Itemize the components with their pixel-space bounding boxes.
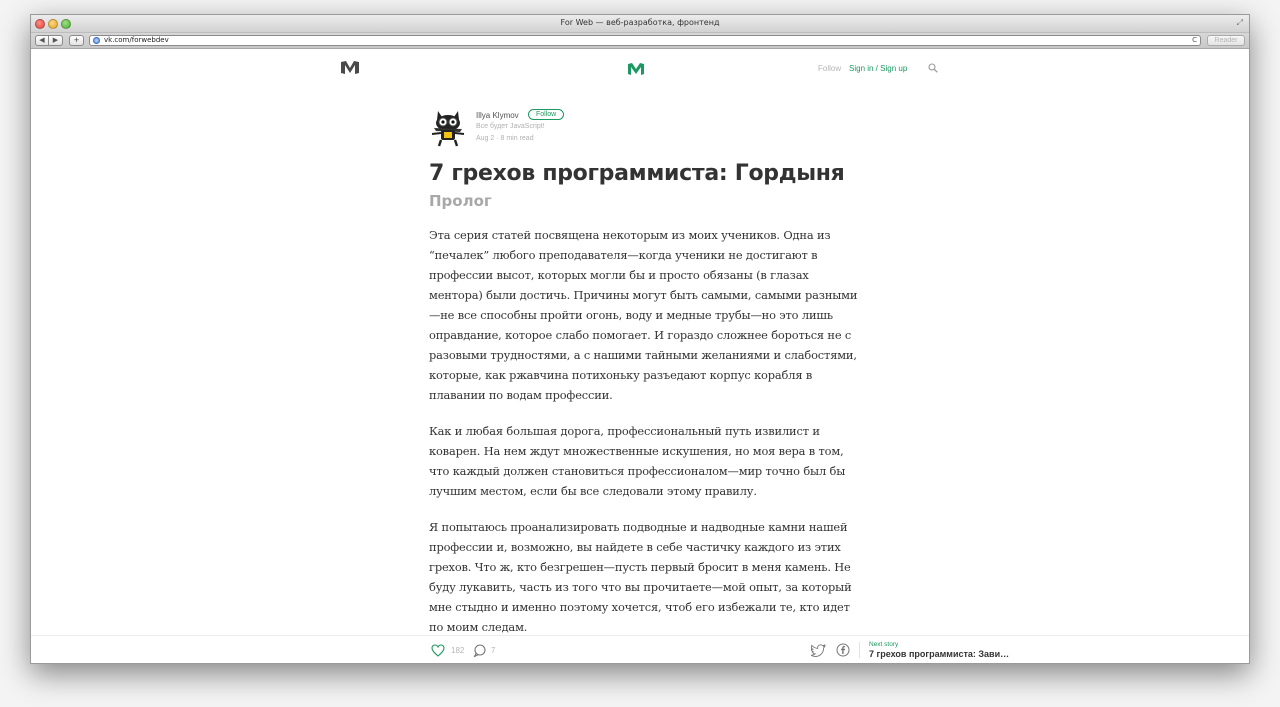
article-body: Эта серия статей посвящена некоторым из … xyxy=(429,225,859,653)
fullscreen-icon[interactable]: ⤢ xyxy=(1237,18,1243,28)
page-content: Follow Sign in / Sign up Illya Klymov Fo… xyxy=(31,49,1249,663)
likes-count: 182 xyxy=(451,646,465,655)
author-name[interactable]: Illya Klymov xyxy=(476,111,519,120)
search-icon[interactable] xyxy=(928,63,938,73)
add-bookmark-button[interactable]: + xyxy=(69,35,84,46)
reader-button[interactable]: Reader xyxy=(1207,35,1245,46)
window-title: For Web — веб-разработка, фронтенд xyxy=(560,18,720,27)
author-bio: Все будет JavaScript! xyxy=(476,123,545,130)
article-paragraph: Эта серия статей посвящена некоторым из … xyxy=(429,228,858,402)
facebook-share-icon[interactable] xyxy=(836,643,850,657)
divider xyxy=(859,642,860,658)
nav-buttons: ◀ ▶ xyxy=(35,35,63,46)
title-bar: For Web — веб-разработка, фронтенд ⤢ xyxy=(31,15,1249,33)
follow-author-button[interactable]: Follow xyxy=(528,109,565,120)
reload-icon[interactable]: C xyxy=(1192,36,1197,45)
next-story-link[interactable]: 7 грехов программиста: Зави… xyxy=(869,649,1009,659)
globe-icon xyxy=(93,37,100,44)
browser-toolbar: ◀ ▶ + vk.com/forwebdev C Reader xyxy=(31,33,1249,49)
article-paragraph: Я попытаюсь проанализировать подводные и… xyxy=(429,520,852,634)
signin-link[interactable]: Sign in / Sign up xyxy=(849,64,907,73)
url-text: vk.com/forwebdev xyxy=(104,36,169,44)
medium-logo-icon[interactable] xyxy=(341,61,359,74)
forward-button[interactable]: ▶ xyxy=(49,35,63,46)
article-title: 7 грехов программиста: Гордыня xyxy=(429,161,845,186)
author-avatar[interactable] xyxy=(430,107,466,147)
heart-icon[interactable] xyxy=(431,644,445,657)
next-story-label: Next story xyxy=(869,641,899,648)
article-paragraph: Как и любая большая дорога, профессионал… xyxy=(429,424,846,498)
back-button[interactable]: ◀ xyxy=(35,35,49,46)
comments-count: 7 xyxy=(491,646,496,655)
browser-window: For Web — веб-разработка, фронтенд ⤢ ◀ ▶… xyxy=(30,14,1250,664)
comment-icon[interactable] xyxy=(473,644,487,657)
twitter-share-icon[interactable] xyxy=(811,644,826,657)
post-meta: Aug 2 · 8 min read xyxy=(476,135,534,142)
follow-link[interactable]: Follow xyxy=(818,64,841,73)
article-subtitle: Пролог xyxy=(429,192,492,210)
address-bar[interactable]: vk.com/forwebdev C xyxy=(89,35,1201,46)
medium-home-icon[interactable] xyxy=(628,63,644,75)
article-action-bar: 182 7 Next story 7 грехов программиста: … xyxy=(31,635,1249,663)
